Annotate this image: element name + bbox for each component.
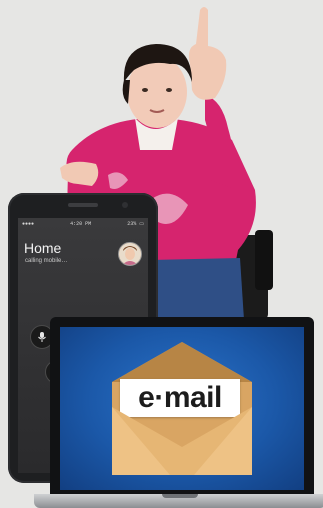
laptop-notch	[162, 494, 198, 498]
call-contact-name: Home	[24, 240, 62, 256]
laptop: e·mail	[50, 317, 314, 495]
phone-camera	[122, 202, 128, 208]
mute-icon	[38, 332, 46, 342]
phone-earpiece	[68, 203, 98, 207]
status-time: 4:20 PM	[70, 221, 92, 227]
call-status: calling mobile…	[25, 258, 68, 264]
status-bar: ●●●● 4:20 PM 23% ▭	[22, 220, 144, 228]
battery-indicator: 23% ▭	[127, 221, 144, 227]
caller-avatar	[118, 242, 142, 266]
envelope-front	[112, 407, 252, 475]
laptop-screen: e·mail	[60, 327, 304, 490]
signal-indicator: ●●●●	[22, 221, 35, 227]
illustration-scene: ●●●● 4:20 PM 23% ▭ Home calling mobile…	[0, 0, 323, 508]
